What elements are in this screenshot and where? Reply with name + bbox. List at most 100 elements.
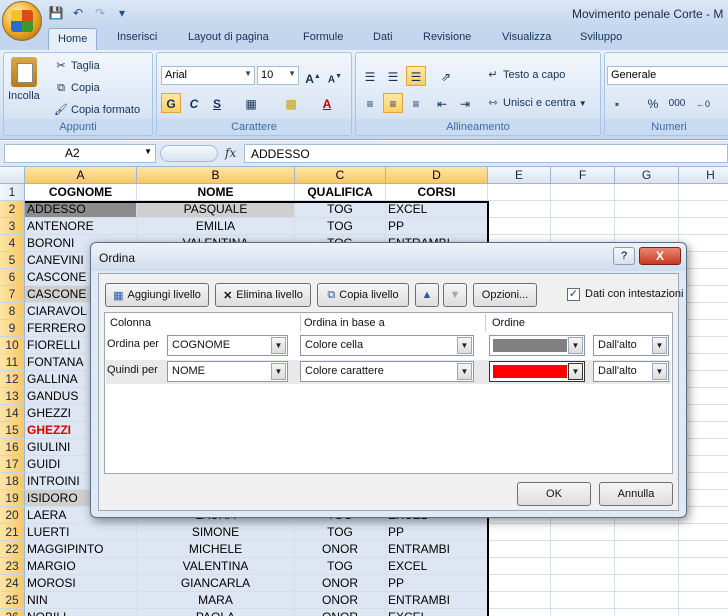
order-position-combo[interactable]: Dall'alto ▼	[593, 335, 669, 356]
tab-view[interactable]: Visualizza	[502, 31, 551, 43]
table-cell[interactable]	[551, 184, 615, 201]
tab-review[interactable]: Revisione	[423, 31, 471, 43]
formula-bar-expander[interactable]	[160, 145, 218, 162]
table-cell[interactable]	[488, 201, 551, 218]
table-cell[interactable]: MARA	[137, 592, 295, 609]
grow-font-button[interactable]: A▲	[303, 66, 323, 86]
column-header-b[interactable]: B	[137, 167, 295, 184]
align-center-icon[interactable]: ≡	[383, 93, 403, 113]
insert-function-icon[interactable]: fx	[225, 146, 236, 160]
row-header[interactable]: 11	[0, 354, 25, 371]
table-cell[interactable]	[488, 524, 551, 541]
number-format-combo[interactable]: Generale	[607, 66, 728, 85]
table-cell[interactable]: ONOR	[295, 592, 386, 609]
column-header-h[interactable]: H	[679, 167, 728, 184]
table-cell[interactable]	[488, 558, 551, 575]
table-cell[interactable]	[551, 558, 615, 575]
row-header[interactable]: 22	[0, 541, 25, 558]
table-cell[interactable]: MOROSI	[25, 575, 137, 592]
table-cell[interactable]: TOG	[295, 524, 386, 541]
cut-button[interactable]: ✂ Taglia	[54, 59, 99, 73]
sort-level-row[interactable]: Ordina per COGNOME ▼ Colore cella ▼ ▼ Dall…	[106, 334, 671, 358]
table-cell[interactable]: LUERTI	[25, 524, 137, 541]
row-header[interactable]: 25	[0, 592, 25, 609]
delete-level-button[interactable]: ✕ Elimina livello	[215, 283, 311, 307]
increase-decimal-icon[interactable]: ←0	[693, 93, 713, 113]
column-header-c[interactable]: C	[295, 167, 386, 184]
sort-column-combo[interactable]: COGNOME ▼	[167, 335, 288, 356]
table-cell[interactable]	[488, 575, 551, 592]
name-box[interactable]: A2 ▼	[4, 144, 156, 163]
table-cell[interactable]: ONOR	[295, 575, 386, 592]
sort-level-row[interactable]: Quindi per NOME ▼ Colore carattere ▼ ▼ Dal…	[106, 360, 671, 384]
table-cell[interactable]: CORSI	[386, 184, 488, 201]
move-down-button[interactable]: ▼	[443, 283, 467, 307]
table-cell[interactable]	[679, 541, 728, 558]
table-cell[interactable]: EXCEL	[386, 201, 488, 218]
close-button[interactable]: X	[639, 247, 681, 265]
add-level-button[interactable]: ▦ Aggiungi livello	[105, 283, 209, 307]
bold-button[interactable]: G	[161, 93, 181, 113]
table-cell[interactable]: TOG	[295, 218, 386, 235]
tab-home[interactable]: Home	[48, 28, 98, 51]
row-header[interactable]: 8	[0, 303, 25, 320]
select-all-corner[interactable]	[0, 167, 25, 184]
row-header[interactable]: 9	[0, 320, 25, 337]
table-cell[interactable]	[488, 541, 551, 558]
table-cell[interactable]	[615, 524, 679, 541]
column-header-f[interactable]: F	[551, 167, 615, 184]
table-cell[interactable]	[551, 218, 615, 235]
row-header[interactable]: 5	[0, 252, 25, 269]
row-header[interactable]: 4	[0, 235, 25, 252]
table-cell[interactable]	[615, 201, 679, 218]
tab-developer[interactable]: Sviluppo	[580, 31, 622, 43]
currency-icon[interactable]: ▪	[607, 93, 627, 113]
row-header[interactable]: 14	[0, 405, 25, 422]
column-header-d[interactable]: D	[386, 167, 488, 184]
table-cell[interactable]: ONOR	[295, 541, 386, 558]
row-header[interactable]: 10	[0, 337, 25, 354]
table-cell[interactable]	[679, 575, 728, 592]
paste-button[interactable]: Incolla	[8, 57, 40, 102]
help-button[interactable]: ?	[613, 247, 635, 265]
thousands-button[interactable]: 000	[665, 93, 689, 113]
table-cell[interactable]	[615, 541, 679, 558]
table-cell[interactable]: ADDESSO	[25, 201, 137, 218]
table-cell[interactable]	[488, 218, 551, 235]
table-cell[interactable]: MAGGIPINTO	[25, 541, 137, 558]
tab-formulas[interactable]: Formule	[303, 31, 343, 43]
row-header[interactable]: 19	[0, 490, 25, 507]
ok-button[interactable]: OK	[517, 482, 591, 506]
row-header[interactable]: 13	[0, 388, 25, 405]
borders-icon[interactable]: ▦	[241, 93, 261, 113]
row-header[interactable]: 6	[0, 269, 25, 286]
customize-toolbar-icon[interactable]: ▾	[114, 5, 130, 21]
table-cell[interactable]: PP	[386, 575, 488, 592]
table-cell[interactable]	[615, 609, 679, 616]
row-header[interactable]: 26	[0, 609, 25, 616]
column-header-e[interactable]: E	[488, 167, 551, 184]
row-header[interactable]: 24	[0, 575, 25, 592]
table-cell[interactable]: NOME	[137, 184, 295, 201]
orientation-icon[interactable]: ⇗	[436, 66, 456, 86]
column-header-a[interactable]: A	[25, 167, 137, 184]
tab-insert[interactable]: Inserisci	[117, 31, 157, 43]
table-cell[interactable]: VALENTINA	[137, 558, 295, 575]
sort-on-combo[interactable]: Colore cella ▼	[300, 335, 474, 356]
table-cell[interactable]	[615, 575, 679, 592]
table-cell[interactable]	[488, 184, 551, 201]
table-cell[interactable]	[615, 184, 679, 201]
align-middle-icon[interactable]: ☰	[383, 66, 403, 86]
table-cell[interactable]	[551, 575, 615, 592]
options-button[interactable]: Opzioni...	[473, 283, 537, 307]
table-cell[interactable]: COGNOME	[25, 184, 137, 201]
table-cell[interactable]	[679, 184, 728, 201]
undo-icon[interactable]: ↶	[70, 5, 86, 21]
table-cell[interactable]: ANTENORE	[25, 218, 137, 235]
percent-button[interactable]: %	[643, 93, 663, 113]
redo-icon[interactable]: ↷	[92, 5, 108, 21]
table-cell[interactable]: QUALIFICA	[295, 184, 386, 201]
underline-button[interactable]: S	[207, 93, 227, 113]
table-cell[interactable]: SIMONE	[137, 524, 295, 541]
table-cell[interactable]	[488, 592, 551, 609]
